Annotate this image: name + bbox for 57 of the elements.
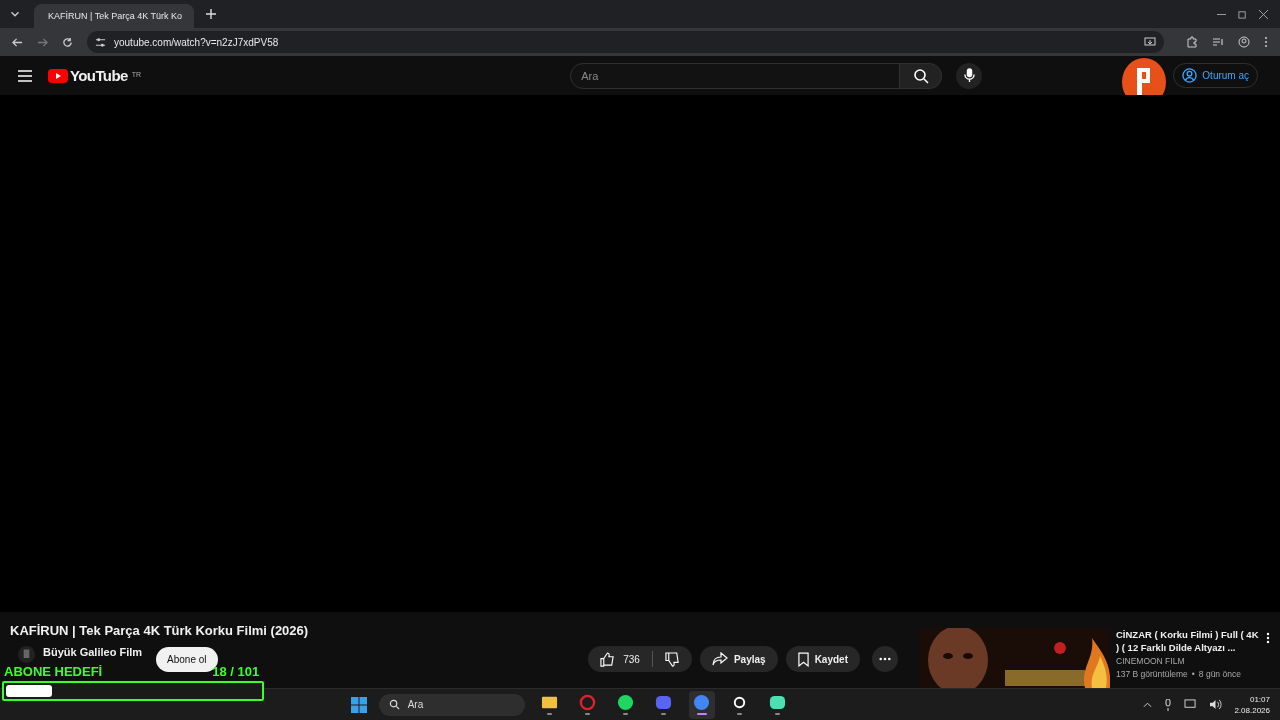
thumbs-down-icon[interactable]	[664, 651, 680, 667]
menu-icon[interactable]	[1264, 36, 1268, 48]
search-icon[interactable]	[912, 67, 929, 84]
back-icon[interactable]	[12, 36, 23, 48]
save-button[interactable]: Kaydet	[785, 646, 860, 672]
site-logo[interactable]: YouTube	[70, 67, 128, 84]
separator-dot: •	[1191, 669, 1195, 679]
extensions-icon[interactable]	[1186, 36, 1198, 48]
search-button[interactable]	[900, 62, 943, 89]
forward-icon[interactable]	[37, 36, 48, 48]
channel-avatar-icon[interactable]	[18, 646, 35, 663]
clock[interactable]: 01:07 2.08.2026	[1234, 694, 1270, 715]
music-app-icon[interactable]	[617, 694, 635, 711]
view-count: 137 B görüntüleme	[1116, 669, 1188, 679]
search-field[interactable]: Ara	[570, 62, 901, 89]
restore-icon[interactable]	[1238, 9, 1247, 19]
reload-icon[interactable]	[62, 36, 73, 48]
menu-icon[interactable]	[18, 69, 32, 82]
taskbar-search-field[interactable]: Ara	[378, 693, 525, 716]
ring-icon[interactable]	[579, 694, 597, 711]
new-tab-icon[interactable]	[206, 9, 216, 19]
microphone-icon[interactable]	[1164, 698, 1173, 711]
site-settings-icon[interactable]	[95, 36, 106, 48]
more-icon[interactable]	[879, 657, 891, 661]
more-icon[interactable]	[1266, 632, 1270, 644]
recommended-video-title[interactable]: CİNZAR ( Korku Filmi ) Full ( 4K ) ( 12 Farklı Dilde Altyazı ...	[1116, 628, 1260, 654]
browser-icon[interactable]	[693, 694, 711, 711]
network-icon[interactable]	[1184, 699, 1198, 710]
channel-name[interactable]: Büyük Galileo Film	[43, 646, 143, 659]
tab-title: KAFİRUN | Tek Parça 4K Türk Ko	[48, 11, 183, 21]
video-title: KAFİRUN | Tek Parça 4K Türk Korku Filmi (2026)	[10, 623, 310, 638]
address-bar[interactable]: youtube.com/watch?v=n2zJ7xdPV58	[87, 31, 1164, 53]
upload-age: 8 gün önce	[1198, 669, 1241, 679]
media-icon[interactable]	[1212, 36, 1224, 48]
thumbs-up-icon[interactable]	[600, 651, 616, 667]
search-icon[interactable]	[388, 699, 400, 710]
chat-app-icon[interactable]	[769, 694, 787, 711]
bookmark-icon[interactable]	[797, 651, 809, 667]
recommended-channel: CINEMOON FILM	[1116, 656, 1186, 666]
account-icon[interactable]	[1182, 68, 1198, 83]
microphone-icon[interactable]	[963, 68, 975, 83]
more-button[interactable]	[872, 646, 898, 672]
goal-label: ABONE HEDEFİ	[4, 665, 103, 679]
profile-icon[interactable]	[1238, 36, 1250, 48]
like-count: 736	[623, 653, 640, 665]
install-app-icon[interactable]	[1144, 36, 1156, 48]
share-button[interactable]: Paylaş	[699, 646, 778, 672]
browser-tab[interactable]: KAFİRUN | Tek Parça 4K Türk Ko	[34, 4, 194, 28]
folder-icon[interactable]	[541, 694, 559, 711]
chevron-up-icon[interactable]	[1143, 701, 1153, 708]
start-icon[interactable]	[350, 696, 367, 713]
close-icon[interactable]	[1259, 9, 1268, 19]
voice-search-button[interactable]	[956, 62, 983, 89]
like-dislike-control[interactable]: 736	[588, 646, 692, 672]
volume-icon[interactable]	[1209, 699, 1223, 710]
share-icon[interactable]	[711, 652, 728, 666]
play-logo-icon[interactable]	[48, 68, 68, 83]
